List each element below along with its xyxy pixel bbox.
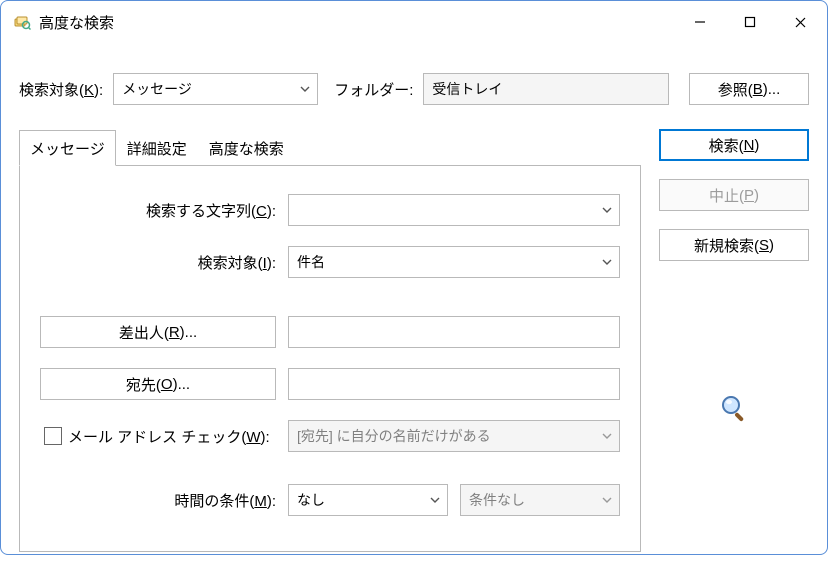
chevron-down-icon bbox=[601, 494, 613, 506]
time-select[interactable]: なし bbox=[288, 484, 448, 516]
window-title: 高度な検索 bbox=[39, 12, 114, 33]
find-now-button[interactable]: 検索(N) bbox=[659, 129, 809, 161]
to-input[interactable] bbox=[288, 368, 620, 400]
time-label: 時間の条件(M): bbox=[40, 490, 276, 511]
search-text-input[interactable] bbox=[288, 194, 620, 226]
look-for-value: メッセージ bbox=[122, 79, 192, 99]
folder-field: 受信トレイ bbox=[423, 73, 669, 105]
chevron-down-icon bbox=[601, 256, 613, 268]
search-in-label: 検索対象(I): bbox=[40, 252, 276, 273]
look-for-select[interactable]: メッセージ bbox=[113, 73, 318, 105]
tab-message[interactable]: メッセージ bbox=[19, 130, 116, 166]
magnifier-icon bbox=[719, 393, 749, 423]
app-icon bbox=[13, 13, 31, 31]
close-button[interactable] bbox=[775, 2, 825, 42]
to-button[interactable]: 宛先(O)... bbox=[40, 368, 276, 400]
search-in-value: 件名 bbox=[297, 252, 325, 272]
folder-label: フォルダー: bbox=[334, 79, 413, 100]
chevron-down-icon bbox=[429, 494, 441, 506]
search-text-label: 検索する文字列(C): bbox=[40, 200, 276, 221]
stop-button: 中止(P) bbox=[659, 179, 809, 211]
tabbar: メッセージ 詳細設定 高度な検索 bbox=[19, 129, 641, 166]
minimize-button[interactable] bbox=[675, 2, 725, 42]
folder-value: 受信トレイ bbox=[432, 79, 502, 99]
tab-advanced-settings[interactable]: 詳細設定 bbox=[116, 130, 198, 166]
time-value: なし bbox=[297, 490, 325, 510]
titlebar: 高度な検索 bbox=[1, 1, 827, 43]
where-i-am-value: [宛先] に自分の名前だけがある bbox=[297, 426, 491, 446]
browse-button[interactable]: 参照(B)... bbox=[689, 73, 809, 105]
tab-advanced-find[interactable]: 高度な検索 bbox=[198, 130, 295, 166]
time-condition-select: 条件なし bbox=[460, 484, 620, 516]
chevron-down-icon bbox=[601, 430, 613, 442]
message-panel: 検索する文字列(C): 検索対象(I): 件名 差出人(R)... bbox=[19, 166, 641, 552]
time-condition-value: 条件なし bbox=[469, 490, 525, 510]
where-i-am-checkbox[interactable] bbox=[44, 427, 62, 445]
new-search-button[interactable]: 新規検索(S) bbox=[659, 229, 809, 261]
chevron-down-icon bbox=[601, 204, 613, 216]
top-row: 検索対象(K): メッセージ フォルダー: 受信トレイ 参照(B)... bbox=[19, 73, 809, 105]
chevron-down-icon bbox=[299, 83, 311, 95]
from-button[interactable]: 差出人(R)... bbox=[40, 316, 276, 348]
where-i-am-select: [宛先] に自分の名前だけがある bbox=[288, 420, 620, 452]
where-i-am-checkbox-row: メール アドレス チェック(W): bbox=[40, 426, 276, 447]
search-in-select[interactable]: 件名 bbox=[288, 246, 620, 278]
where-i-am-label: メール アドレス チェック(W): bbox=[68, 426, 270, 447]
from-input[interactable] bbox=[288, 316, 620, 348]
look-for-label: 検索対象(K): bbox=[19, 79, 103, 100]
maximize-button[interactable] bbox=[725, 2, 775, 42]
